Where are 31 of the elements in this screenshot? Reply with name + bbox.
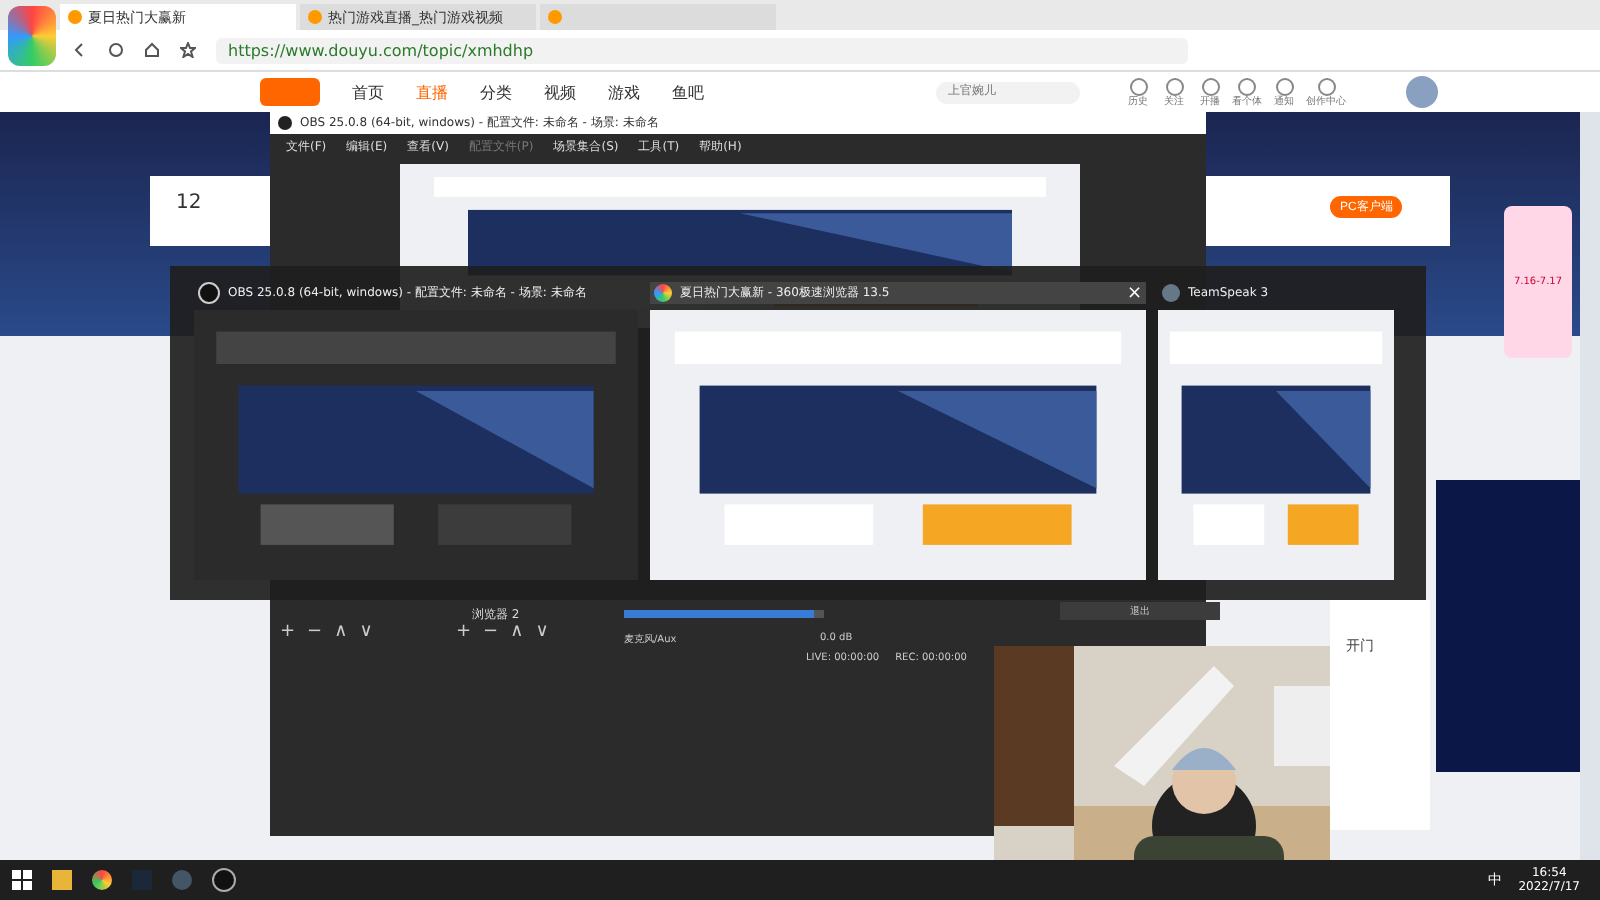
- nav-link[interactable]: 视频: [544, 81, 576, 103]
- favicon-icon: [68, 10, 82, 24]
- scene-control-button[interactable]: ∨: [359, 622, 373, 642]
- source-control-button[interactable]: −: [483, 622, 499, 642]
- volume-slider[interactable]: [624, 610, 824, 618]
- scene-control-button[interactable]: −: [307, 622, 323, 642]
- obs-icon: [198, 282, 220, 304]
- obs-icon: [278, 116, 292, 130]
- windows-start-icon[interactable]: [12, 870, 32, 890]
- scene-control-button[interactable]: ∧: [334, 622, 348, 642]
- favicon-icon: [308, 10, 322, 24]
- browser-icon[interactable]: [92, 870, 112, 890]
- nav-link[interactable]: 游戏: [608, 81, 640, 103]
- nav-link[interactable]: 首页: [352, 81, 384, 103]
- nav-link[interactable]: 分类: [480, 81, 512, 103]
- source-control-button[interactable]: +: [456, 622, 472, 642]
- close-icon[interactable]: ×: [1126, 283, 1142, 303]
- obs-icon[interactable]: [212, 868, 236, 892]
- star-icon[interactable]: [180, 42, 196, 58]
- avatar-icon[interactable]: [1406, 76, 1438, 108]
- address-field[interactable]: https://www.douyu.com/topic/xmhdhp: [216, 37, 1188, 63]
- nav-link[interactable]: 鱼吧: [672, 81, 704, 103]
- favicon-icon: [548, 10, 562, 24]
- browser-logo-icon[interactable]: [8, 6, 56, 66]
- home-icon[interactable]: [144, 42, 160, 58]
- source-control-button[interactable]: ∨: [535, 622, 549, 642]
- reload-icon[interactable]: [108, 42, 124, 58]
- stat-number: 12: [176, 192, 202, 214]
- source-control-button[interactable]: ∧: [510, 622, 524, 642]
- back-icon[interactable]: [72, 42, 88, 58]
- scene-control-button[interactable]: +: [280, 622, 296, 642]
